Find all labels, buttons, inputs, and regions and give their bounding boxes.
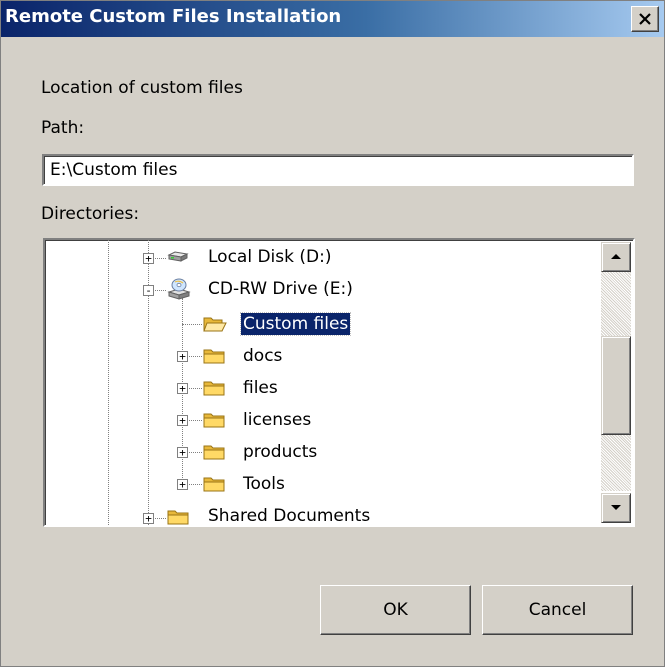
folder-icon [203,349,225,364]
directory-tree[interactable]: + Local Disk (D:) - CD-RW Drive (E:) Cus… [43,238,635,527]
expand-toggle[interactable]: + [177,415,188,426]
close-icon [639,13,651,25]
expand-toggle[interactable]: + [143,253,154,264]
scroll-down-button[interactable] [601,493,631,523]
directories-label: Directories: [41,204,140,224]
tree-node-label: CD-RW Drive (E:) [208,279,353,299]
expand-toggle[interactable]: + [143,513,154,524]
tree-line [182,324,202,325]
cd-drive-icon [167,278,191,300]
tree-node-label: licenses [243,410,312,430]
expand-toggle[interactable]: + [177,383,188,394]
folder-icon [203,381,225,396]
scroll-up-button[interactable] [601,242,631,272]
cancel-button[interactable]: Cancel [482,585,633,635]
collapse-toggle[interactable]: - [143,285,154,296]
folder-icon [203,445,225,460]
location-label: Location of custom files [41,78,243,98]
close-button[interactable] [631,6,659,32]
hard-drive-icon [167,251,189,262]
scrollbar-thumb[interactable] [601,336,631,435]
dialog-window: Remote Custom Files Installation Locatio… [0,0,665,667]
tree-node-label: products [243,442,318,462]
path-label: Path: [41,118,85,138]
tree-line [148,240,149,525]
open-folder-icon [203,317,227,332]
tree-node-label: Shared Documents [208,506,371,526]
tree-node-label: Tools [243,474,285,494]
expand-toggle[interactable]: + [177,479,188,490]
tree-node-label: files [243,378,278,398]
folder-icon [167,510,189,525]
title-bar[interactable]: Remote Custom Files Installation [1,1,664,37]
arrow-up-icon [611,254,621,259]
folder-icon [203,477,225,492]
tree-line [108,240,109,525]
expand-toggle[interactable]: + [177,447,188,458]
window-title: Remote Custom Files Installation [5,6,342,27]
expand-toggle[interactable]: + [177,351,188,362]
folder-icon [203,413,225,428]
tree-node-label: Local Disk (D:) [208,247,332,267]
tree-node-label: docs [243,346,283,366]
tree-node-label: Custom files [239,312,352,336]
ok-button[interactable]: OK [320,585,471,635]
arrow-down-icon [611,505,621,510]
path-input[interactable] [42,154,634,186]
